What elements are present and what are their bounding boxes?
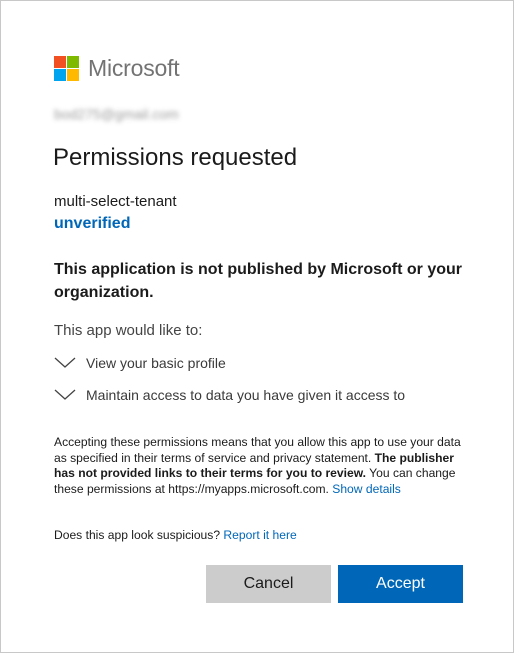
suspicious-prompt: Does this app look suspicious? Report it… xyxy=(54,528,297,542)
app-name: multi-select-tenant xyxy=(54,193,177,210)
permission-label: View your basic profile xyxy=(86,355,226,371)
brand-name: Microsoft xyxy=(88,55,180,81)
unverified-link[interactable]: unverified xyxy=(54,215,130,233)
accept-button[interactable]: Accept xyxy=(338,565,463,603)
cancel-button[interactable]: Cancel xyxy=(206,565,331,603)
logo-square-green xyxy=(67,56,79,68)
chevron-down-icon xyxy=(54,389,76,400)
permission-item-maintain-access[interactable]: Maintain access to data you have given i… xyxy=(54,387,405,403)
account-email: bod275@gmail.com xyxy=(54,106,179,122)
microsoft-logo: Microsoft xyxy=(54,55,180,82)
show-details-link[interactable]: Show details xyxy=(332,482,401,496)
publisher-warning: This application is not published by Mic… xyxy=(54,261,463,301)
permissions-intro: This app would like to: xyxy=(54,322,203,339)
consent-fineprint: Accepting these permissions means that y… xyxy=(54,435,464,497)
permission-item-basic-profile[interactable]: View your basic profile xyxy=(54,355,226,371)
logo-square-red xyxy=(54,56,66,68)
chevron-down-icon xyxy=(54,357,76,368)
permissions-dialog: Microsoft bod275@gmail.com Permissions r… xyxy=(0,0,514,653)
logo-square-blue xyxy=(54,69,66,81)
permission-label: Maintain access to data you have given i… xyxy=(86,387,406,403)
logo-square-yellow xyxy=(67,69,79,81)
report-link[interactable]: Report it here xyxy=(223,528,296,542)
suspicious-question: Does this app look suspicious? xyxy=(54,528,224,542)
page-title: Permissions requested xyxy=(53,144,298,171)
microsoft-logo-icon xyxy=(54,56,79,81)
